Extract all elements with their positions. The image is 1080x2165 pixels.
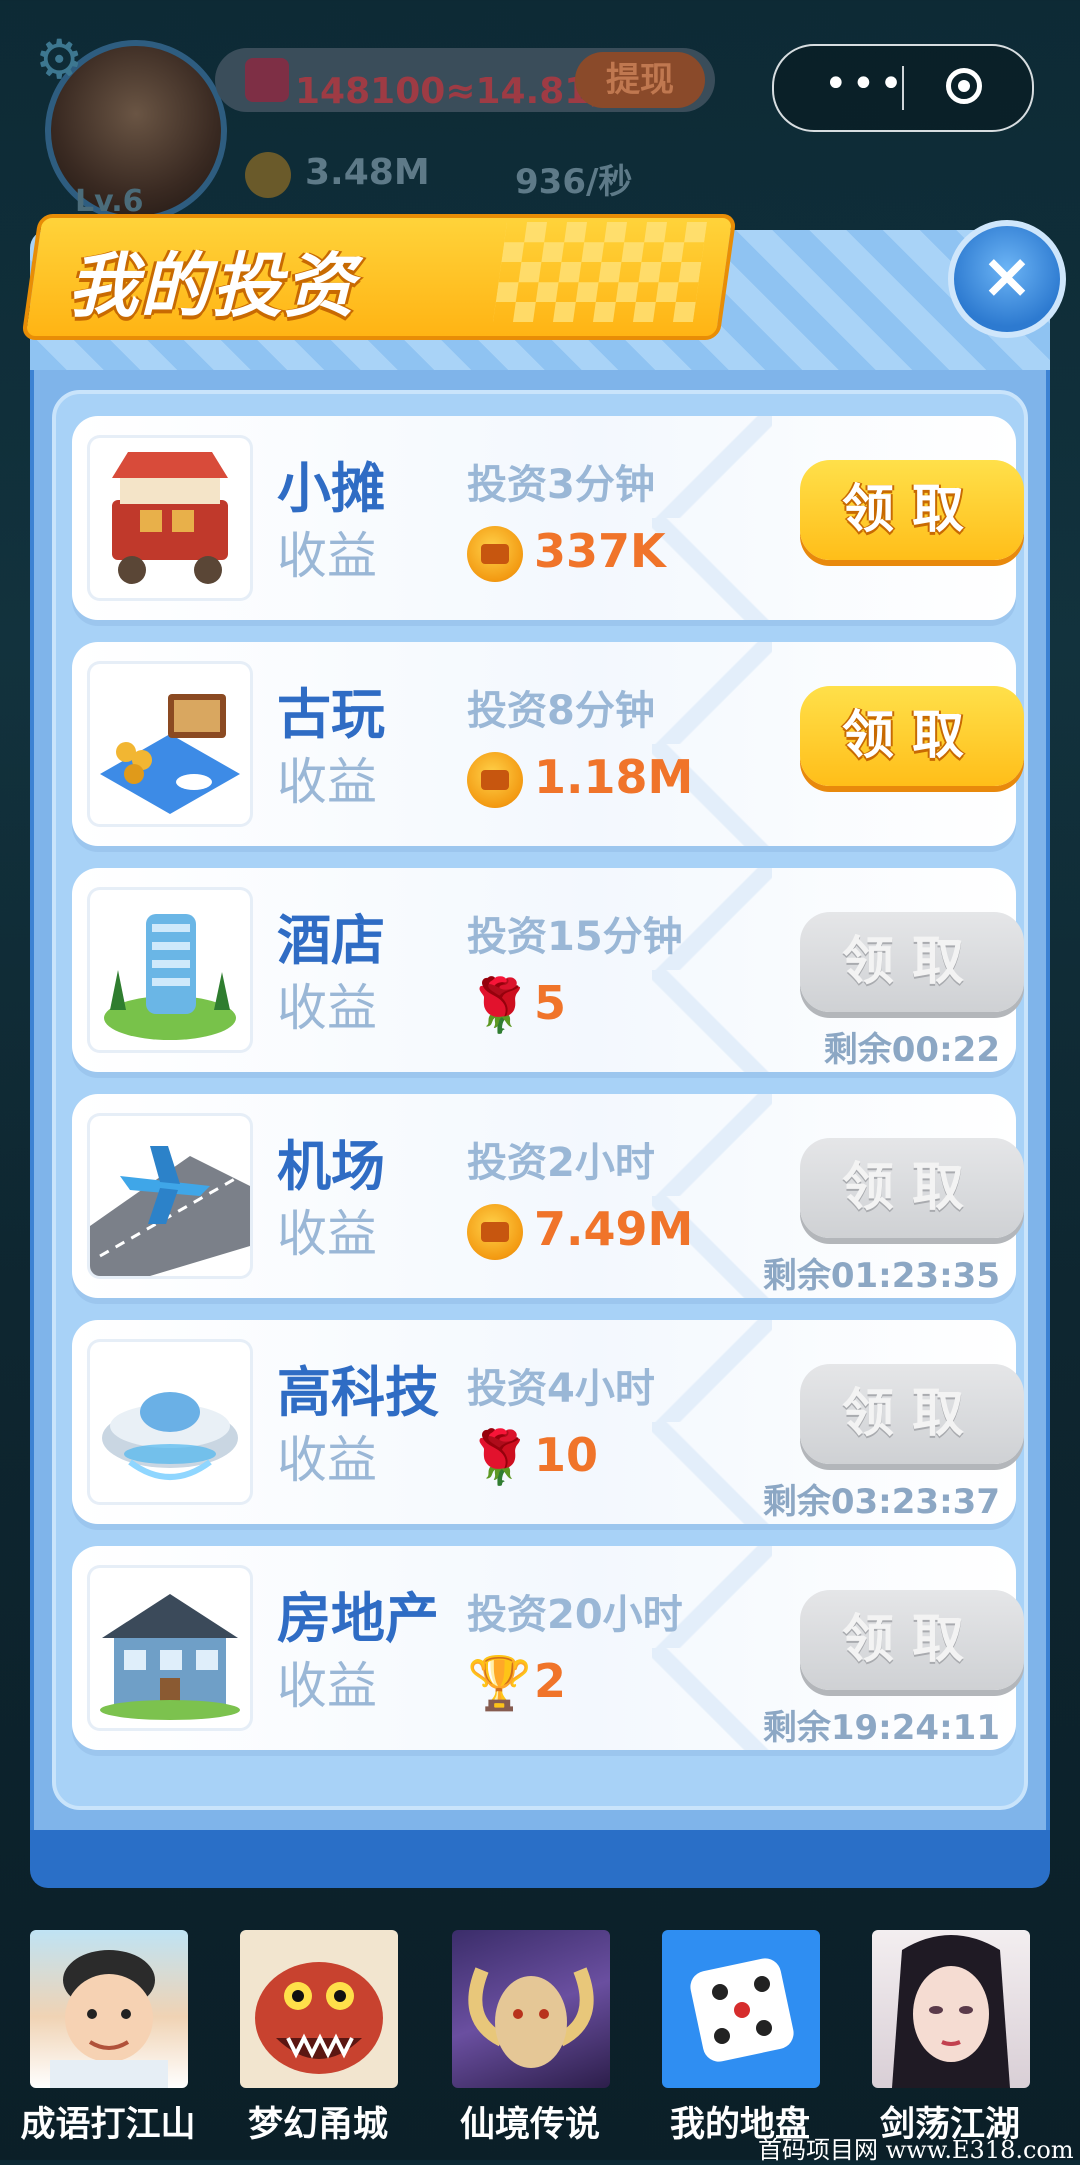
investment-thumbnail bbox=[90, 438, 250, 598]
recommended-games: 成语打江山 梦幻甬城 仙境传说 我的地盘 剑荡江湖 bbox=[0, 1910, 1080, 2160]
wallet-icon bbox=[245, 58, 289, 102]
rose-icon: 🌹 bbox=[467, 976, 532, 1036]
miniprogram-capsule: ••• bbox=[772, 44, 1034, 132]
ram-warrior-icon bbox=[468, 1967, 594, 2068]
monster-character-icon bbox=[255, 1962, 383, 2074]
rose-icon: 🌹 bbox=[467, 1428, 532, 1488]
gold-amount: 3.48M bbox=[305, 152, 430, 193]
remaining-time: 剩余00:22 bbox=[823, 1030, 1000, 1070]
investment-name: 房地产 bbox=[277, 1587, 439, 1650]
reward-amount: 337K bbox=[534, 524, 666, 578]
investment-name: 小摊 bbox=[277, 457, 385, 520]
investment-name: 高科技 bbox=[277, 1361, 439, 1424]
chevron-decoration bbox=[652, 416, 772, 620]
game-thumbnail[interactable] bbox=[30, 1930, 188, 2088]
chevron-decoration bbox=[652, 1320, 772, 1524]
scholar-character-icon bbox=[50, 1950, 168, 2088]
game-thumbnail[interactable] bbox=[872, 1930, 1030, 2088]
claim-button[interactable]: 领取 bbox=[800, 1364, 1024, 1464]
investment-duration: 投资15分钟 bbox=[467, 914, 683, 960]
game-thumbnail[interactable] bbox=[662, 1930, 820, 2088]
settings-gear-icon[interactable]: ⚙ bbox=[35, 28, 83, 91]
remaining-time: 剩余19:24:11 bbox=[762, 1708, 1000, 1748]
reward-amount: 7.49M bbox=[534, 1202, 694, 1256]
chevron-decoration bbox=[652, 642, 772, 846]
reward-amount: 10 bbox=[534, 1428, 599, 1482]
modal-bottom-bar bbox=[30, 1830, 1050, 1888]
game-label: 仙境传说 bbox=[459, 2105, 600, 2145]
income-label: 收益 bbox=[277, 1431, 377, 1489]
gold-coin-icon bbox=[467, 526, 523, 582]
capsule-divider bbox=[902, 66, 904, 110]
income-label: 收益 bbox=[277, 1205, 377, 1263]
more-dots-icon[interactable]: ••• bbox=[824, 64, 907, 104]
investment-duration: 投资2小时 bbox=[467, 1140, 655, 1186]
reward-amount: 5 bbox=[534, 976, 567, 1030]
game-label: 成语打江山 bbox=[20, 2105, 196, 2145]
investment-list: 小摊 收益 投资3分钟 337K 领取 古玩 收益 投资8分钟 1.18M 领取 酒店 收益 投资15分… bbox=[52, 390, 1028, 1810]
target-icon[interactable] bbox=[946, 68, 982, 104]
claim-button[interactable]: 领取 bbox=[800, 912, 1024, 1012]
claim-button[interactable]: 领取 bbox=[800, 1138, 1024, 1238]
investment-row: 古玩收益 投资8分钟 1.18M 领取 bbox=[72, 642, 1024, 846]
investment-thumbnail bbox=[90, 1342, 250, 1502]
claim-button[interactable]: 领取 bbox=[800, 460, 1024, 560]
investment-row: 小摊收益 投资3分钟 337K 领取 bbox=[72, 416, 1024, 620]
claim-button[interactable]: 领取 bbox=[800, 686, 1024, 786]
investment-thumbnail bbox=[90, 1116, 250, 1276]
income-label: 收益 bbox=[277, 979, 377, 1037]
game-hud: ⚙ Lv.6 148100≈14.81元 提现 3.48M 936/秒 ••• bbox=[0, 0, 1080, 230]
reward-amount: 1.18M bbox=[534, 750, 694, 804]
income-label: 收益 bbox=[277, 1657, 377, 1715]
reward-amount: 2 bbox=[534, 1654, 567, 1708]
investment-row: 房地产收益 投资20小时 🏆 2 领取剩余19:24:11 bbox=[72, 1546, 1024, 1750]
gold-coin-icon bbox=[467, 752, 523, 808]
dice-icon bbox=[690, 1958, 794, 2062]
investment-name: 酒店 bbox=[277, 909, 385, 972]
investment-row: 机场收益 投资2小时 7.49M 领取剩余01:23:35 bbox=[72, 1094, 1024, 1298]
game-label: 梦幻甬城 bbox=[247, 2105, 388, 2145]
game-thumbnail[interactable] bbox=[452, 1930, 610, 2088]
investment-duration: 投资4小时 bbox=[467, 1366, 655, 1412]
investment-duration: 投资3分钟 bbox=[467, 462, 655, 508]
swordswoman-icon bbox=[892, 1935, 1010, 2088]
investment-duration: 投资8分钟 bbox=[467, 688, 655, 734]
withdraw-button[interactable]: 提现 bbox=[575, 52, 705, 108]
chevron-decoration bbox=[652, 868, 772, 1072]
chevron-decoration bbox=[652, 1094, 772, 1298]
trophy-icon: 🏆 bbox=[467, 1654, 532, 1714]
investment-modal: 我的投资 × 小摊 收益 投资3分钟 337K 领取 古玩 收益 投资8分钟 1.18M 领取 酒店… bbox=[21, 214, 1066, 1890]
modal-title: 我的投资 bbox=[68, 245, 356, 327]
income-label: 收益 bbox=[277, 753, 377, 811]
investment-name: 古玩 bbox=[277, 683, 385, 746]
investment-name: 机场 bbox=[277, 1135, 385, 1198]
investment-row: 酒店收益 投资15分钟 🌹 5 领取剩余00:22 bbox=[72, 868, 1024, 1072]
game-thumbnail[interactable] bbox=[240, 1930, 398, 2088]
income-label: 收益 bbox=[277, 527, 377, 585]
chevron-decoration bbox=[652, 1546, 772, 1750]
investment-row: 高科技收益 投资4小时 🌹 10 领取剩余03:23:37 bbox=[72, 1320, 1024, 1524]
title-checker-decoration bbox=[492, 222, 708, 322]
claim-button[interactable]: 领取 bbox=[800, 1590, 1024, 1690]
remaining-time: 剩余03:23:37 bbox=[762, 1482, 1000, 1522]
remaining-time: 剩余01:23:35 bbox=[762, 1256, 1000, 1296]
investment-thumbnail bbox=[90, 1568, 250, 1728]
investment-thumbnail bbox=[90, 890, 250, 1050]
close-icon[interactable]: × bbox=[948, 220, 1066, 338]
investment-duration: 投资20小时 bbox=[467, 1592, 683, 1638]
income-rate: 936/秒 bbox=[515, 162, 633, 202]
investment-thumbnail bbox=[90, 664, 250, 824]
gold-coin-icon bbox=[245, 152, 291, 198]
gold-coin-icon bbox=[467, 1204, 523, 1260]
